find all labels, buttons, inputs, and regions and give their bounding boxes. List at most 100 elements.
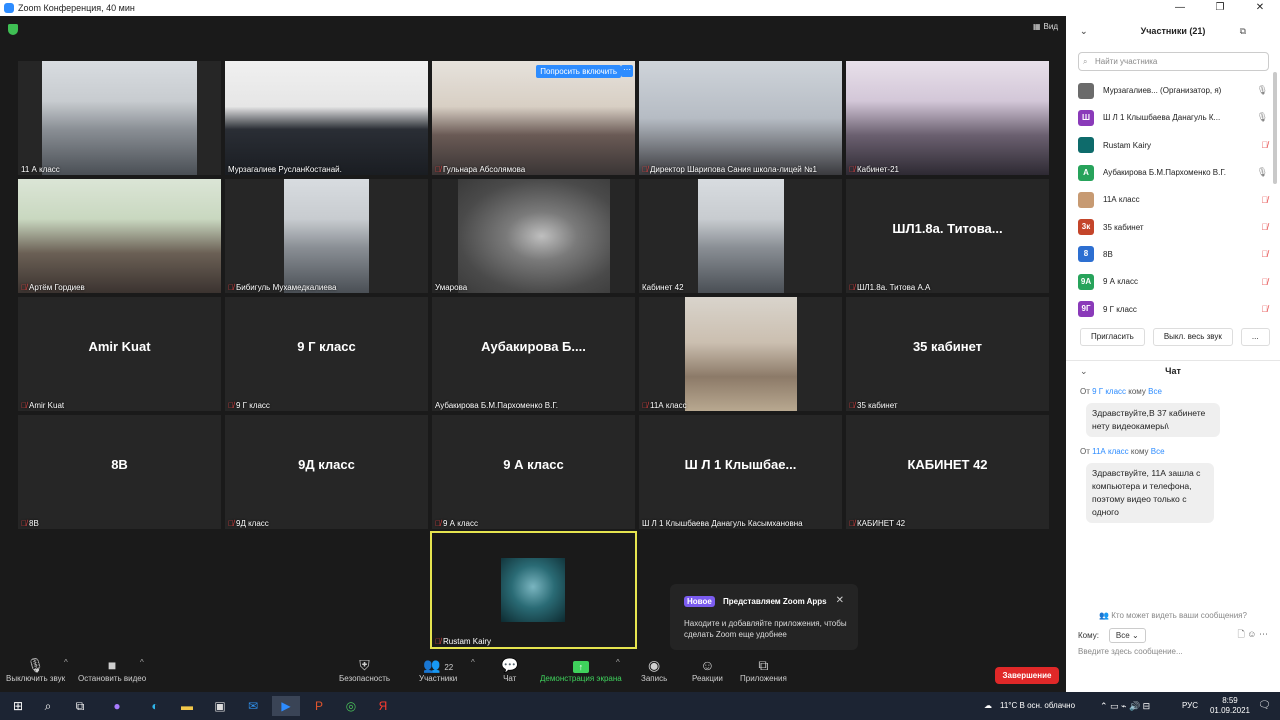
close-window-button[interactable]: ✕ <box>1240 0 1280 16</box>
system-tray-icons[interactable]: ⌃ ▭ ⌁ 🔊 ⊟ <box>1100 692 1150 720</box>
video-tile[interactable]: 35 кабинет 🎙̸ 35 кабинет <box>846 297 1049 411</box>
video-tile[interactable]: 9 Г класс 🎙̸ 9 Г класс <box>225 297 428 411</box>
mic-muted-icon[interactable]: 🎙̸ <box>1244 140 1268 150</box>
end-meeting-button[interactable]: Завершение <box>995 667 1059 684</box>
zoom-taskbar-icon[interactable]: ▶ <box>272 696 300 716</box>
chat-button[interactable]: 💬 Чат <box>501 656 518 683</box>
who-can-see-link[interactable]: 👥 Кто может видеть ваши сообщения? <box>1066 611 1280 620</box>
weather-text[interactable]: 11°C В осн. облачно <box>1000 692 1075 720</box>
participant-row[interactable]: 11А класс 🎙̸ <box>1078 186 1268 213</box>
participant-list-scrollbar[interactable] <box>1273 72 1277 184</box>
file-icon[interactable]: 🗋 <box>1238 629 1245 639</box>
video-tile[interactable]: ШЛ1.8а. Титова... 🎙̸ ШЛ1.8а. Титова А.А <box>846 179 1049 293</box>
video-tile[interactable]: Умарова <box>432 179 635 293</box>
store-icon[interactable]: ▣ <box>209 696 231 716</box>
video-tile[interactable]: 9 А класс 🎙̸ 9 А класс <box>432 415 635 529</box>
participant-row[interactable]: 3к 35 кабинет 🎙̸ <box>1078 213 1268 240</box>
caret-up-icon[interactable]: ^ <box>140 658 144 667</box>
weather-icon[interactable]: ☁ <box>984 692 992 720</box>
mic-muted-icon[interactable]: 🎙̸ <box>1244 222 1268 232</box>
security-button[interactable]: ⛨ Безопасность <box>339 656 390 683</box>
participants-button[interactable]: 👥 22 Участники ^ <box>419 656 475 683</box>
participant-search-input[interactable]: ⌕ Найти участника <box>1078 52 1269 71</box>
video-tile[interactable]: Аубакирова Б.... Аубакирова Б.М.Пархоменк… <box>432 297 635 411</box>
mic-muted-icon[interactable]: 🎙̸ <box>1244 249 1268 259</box>
language-indicator[interactable]: РУС <box>1182 692 1198 720</box>
video-tile[interactable]: Amir Kuat 🎙̸ Amir Kuat <box>18 297 221 411</box>
video-tile[interactable]: Попросить включить ⋯ 🎙̸ Гульнара Абсолямова <box>432 61 635 175</box>
video-tile[interactable]: 11 А класс <box>18 61 221 175</box>
microphone-icon[interactable]: 🎙 <box>1244 112 1268 123</box>
app-icon[interactable]: ● <box>106 696 128 716</box>
participant-row[interactable]: 9Г 9 Г класс 🎙̸ <box>1078 295 1268 322</box>
video-tile[interactable]: Мурзагалиев РусланКостанай. <box>225 61 428 175</box>
chat-message-input[interactable]: Введите здесь сообщение... <box>1078 647 1183 656</box>
stop-video-button[interactable]: ■ Остановить видео ^ <box>78 656 146 683</box>
clock[interactable]: 8:59 01.09.2021 <box>1210 696 1250 716</box>
ask-to-unmute-button[interactable]: Попросить включить <box>536 65 621 78</box>
participant-row[interactable]: А Аубакирова Б.М.Пархоменко В.Г. 🎙 <box>1078 159 1268 186</box>
participant-row[interactable]: 8 8В 🎙̸ <box>1078 241 1268 268</box>
notifications-icon[interactable]: 🗨 <box>1258 692 1271 720</box>
participant-actions: Пригласить Выкл. весь звук ... <box>1080 328 1270 346</box>
microphone-icon[interactable]: 🎙 <box>1244 167 1268 178</box>
video-tile[interactable]: Ш Л 1 Клышбае... Ш Л 1 Клышбаева Данагуль… <box>639 415 842 529</box>
reactions-button[interactable]: ☺ Реакции <box>692 656 723 683</box>
caret-up-icon[interactable]: ^ <box>471 658 475 667</box>
mail-icon[interactable]: ✉ <box>242 696 264 716</box>
view-button[interactable]: ▦ Вид <box>1033 22 1058 31</box>
video-tile[interactable]: 🎙̸ Бибигуль Мухамедкалиева <box>225 179 428 293</box>
more-icon[interactable]: ⋯ <box>1259 629 1268 639</box>
participant-row[interactable]: 9А 9 А класс 🎙̸ <box>1078 268 1268 295</box>
maximize-button[interactable]: ❐ <box>1200 0 1240 16</box>
emoji-icon[interactable]: ☺ <box>1247 629 1256 639</box>
record-button[interactable]: ◉ Запись <box>641 656 667 683</box>
mute-button[interactable]: 🎙 Выключить звук ^ <box>6 656 68 683</box>
edge-browser-icon[interactable]: ◐ <box>144 696 166 716</box>
video-tile[interactable]: 🎙̸ Кабинет-21 <box>846 61 1049 175</box>
chevron-down-icon[interactable]: ⌄ <box>1080 16 1088 46</box>
task-view-icon[interactable]: ⧉ <box>70 696 90 716</box>
video-tile[interactable]: Кабинет 42 <box>639 179 842 293</box>
apps-button[interactable]: ⧉ Приложения <box>740 656 787 683</box>
self-video-tile[interactable]: 🎙̸ Rustam Kairy <box>430 531 637 649</box>
encryption-shield-icon[interactable] <box>8 24 18 35</box>
chrome-icon[interactable]: ◎ <box>340 696 362 716</box>
recipient-link[interactable]: Все <box>1151 447 1165 456</box>
participant-row[interactable]: Ш Ш Л 1 Клышбаева Данагуль К... 🎙 <box>1078 104 1268 131</box>
video-tile[interactable]: 8В 🎙̸ 8В <box>18 415 221 529</box>
participant-row[interactable]: Мурзагалиев... (Организатор, я) 🎙 <box>1078 77 1268 104</box>
sender-link[interactable]: 11А класс <box>1092 447 1129 456</box>
mic-muted-icon[interactable]: 🎙̸ <box>1244 195 1268 205</box>
share-screen-button[interactable]: ↑ Демонстрация экрана ^ <box>540 656 622 683</box>
mic-muted-icon[interactable]: 🎙̸ <box>1244 277 1268 287</box>
video-tile[interactable]: 🎙̸ 11А класс <box>639 297 842 411</box>
mic-muted-icon[interactable]: 🎙̸ <box>1244 304 1268 314</box>
invite-button[interactable]: Пригласить <box>1080 328 1145 346</box>
file-explorer-icon[interactable]: ▬ <box>176 696 198 716</box>
microphone-icon[interactable]: 🎙 <box>1244 85 1268 96</box>
video-tile[interactable]: КАБИНЕТ 42 🎙̸ КАБИНЕТ 42 <box>846 415 1049 529</box>
popup-close-icon[interactable]: ✕ <box>836 595 844 606</box>
video-tile[interactable]: 🎙̸ Директор Шарипова Сания школа-лицей №1 <box>639 61 842 175</box>
recipient-link[interactable]: Все <box>1148 387 1162 396</box>
caret-up-icon[interactable]: ^ <box>64 658 68 667</box>
tile-more-icon[interactable]: ⋯ <box>621 65 633 77</box>
search-icon[interactable]: ⌕ <box>38 696 58 716</box>
more-options-button[interactable]: ... <box>1240 328 1270 346</box>
sender-link[interactable]: 9 Г класс <box>1092 387 1126 396</box>
chevron-down-icon[interactable]: ⌄ <box>1080 361 1088 381</box>
yandex-icon[interactable]: Я <box>372 696 394 716</box>
powerpoint-icon[interactable]: P <box>308 696 330 716</box>
zoom-apps-popup: Новое Представляем Zoom Apps ✕ Находите … <box>670 584 858 650</box>
participant-row[interactable]: Rustam Kairy 🎙̸ <box>1078 132 1268 159</box>
windows-start-icon[interactable]: ⊞ <box>8 696 28 716</box>
video-tile[interactable]: 9Д класс 🎙̸ 9Д класс <box>225 415 428 529</box>
recipient-select[interactable]: Все ⌄ <box>1108 627 1146 643</box>
minimize-button[interactable]: — <box>1160 0 1200 16</box>
mic-muted-icon: 🎙̸ <box>21 401 27 410</box>
popout-icon[interactable]: ⧉ <box>1240 16 1246 46</box>
mute-all-button[interactable]: Выкл. весь звук <box>1152 328 1233 346</box>
video-tile[interactable]: 🎙̸ Артём Гордиев <box>18 179 221 293</box>
caret-up-icon[interactable]: ^ <box>616 658 620 667</box>
